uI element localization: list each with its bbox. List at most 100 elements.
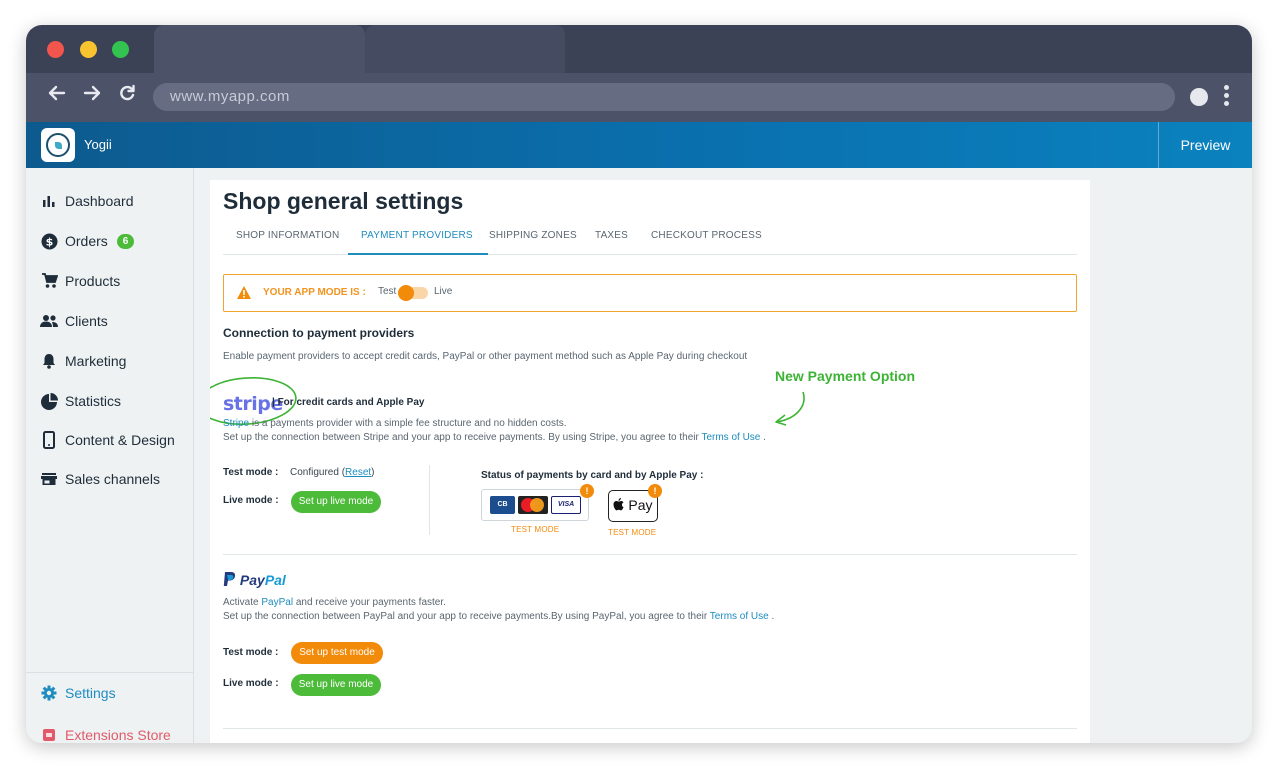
paypal-link[interactable]: PayPal [261,597,293,608]
app-mode-toggle[interactable] [398,285,428,301]
store-icon [40,470,58,488]
sidebar-item-dashboard[interactable]: Dashboard [40,189,134,213]
card-status-title: Status of payments by card and by Apple … [481,470,704,481]
lotus-icon [46,133,70,157]
app-mode-label: YOUR APP MODE IS : [263,287,366,298]
pie-chart-icon [40,392,58,410]
card-warning-badge-icon: ! [580,484,594,498]
browser-tab[interactable] [365,25,565,73]
browser-titlebar [26,25,1252,73]
tab-shipping-zones[interactable]: SHIPPING ZONES [489,230,577,241]
app-header: Yogii Preview [26,122,1252,168]
sidebar-item-extensions-store[interactable]: Extensions Store [40,723,171,743]
paypal-setup-test-button[interactable]: Set up test mode [291,642,383,664]
url-bar[interactable]: www.myapp.com [153,83,1175,111]
paypal-setup-live-button[interactable]: Set up live mode [291,674,381,696]
people-icon [40,312,58,330]
forward-arrow-icon[interactable] [79,83,105,109]
profile-icon[interactable] [1190,88,1208,106]
card-test-mode-status: TEST MODE [511,525,560,534]
sidebar-item-sales-channels[interactable]: Sales channels [40,467,160,491]
bell-icon [40,352,58,370]
mode-live-label: Live [434,286,453,297]
tab-checkout-process[interactable]: CHECKOUT PROCESS [651,230,762,241]
new-payment-option-annotation: New Payment Option [775,368,916,384]
sidebar-item-label: Clients [65,313,108,329]
providers-section-description: Enable payment providers to accept credi… [223,351,748,362]
warning-icon [237,286,251,299]
vertical-divider [429,465,430,535]
browser-toolbar: www.myapp.com [26,73,1252,122]
tab-shop-information[interactable]: SHOP INFORMATION [236,230,339,241]
app-name: Yogii [84,137,112,152]
sidebar-item-label: Dashboard [65,193,134,209]
sidebar-item-label: Products [65,273,121,289]
tab-payment-providers[interactable]: PAYMENT PROVIDERS [361,230,473,241]
browser-window: www.myapp.com Yogii Preview Dashboard $ … [26,25,1252,743]
page-title: Shop general settings [223,188,464,214]
paypal-live-mode-label: Live mode : [223,678,279,689]
mastercard-icon [518,496,548,514]
apple-test-mode-status: TEST MODE [608,528,657,537]
stripe-setup-live-button[interactable]: Set up live mode [291,491,381,513]
sidebar-item-marketing[interactable]: Marketing [40,349,126,373]
extensions-icon [40,726,58,743]
section-divider-bottom [223,728,1077,729]
visa-card-icon: VISA [551,496,581,514]
cb-card-icon: CB [490,496,515,514]
app-logo[interactable] [41,128,75,162]
sidebar-item-clients[interactable]: Clients [40,309,108,333]
browser-menu-icon[interactable] [1222,83,1230,111]
preview-button[interactable]: Preview [1158,122,1252,168]
minimize-window-button[interactable] [80,41,97,58]
sidebar-item-orders[interactable]: $ Orders 6 [40,229,135,253]
phone-icon [40,431,58,449]
maximize-window-button[interactable] [112,41,129,58]
sidebar-item-label: Extensions Store [65,727,171,743]
sidebar-item-label: Settings [65,685,116,701]
paypal-description: Activate PayPal and receive your payment… [223,597,446,608]
paypal-logo: PayPal [223,572,286,588]
stripe-terms-link[interactable]: Terms of Use [701,432,760,443]
svg-text:$: $ [45,235,53,248]
mode-test-label: Test [378,286,397,297]
tab-taxes[interactable]: TAXES [595,230,628,241]
sidebar-item-settings[interactable]: Settings [40,681,116,705]
stripe-test-mode-label: Test mode : [223,467,279,478]
browser-tab-active[interactable] [154,25,365,73]
providers-section-title: Connection to payment providers [223,326,415,340]
sidebar-item-label: Orders [65,233,108,249]
cart-icon [40,272,58,290]
apple-warning-badge-icon: ! [648,484,662,498]
sidebar-item-label: Content & Design [65,432,175,448]
curved-arrow-icon [775,391,805,426]
reload-icon[interactable] [114,83,140,109]
card-logos: CB VISA [481,489,589,521]
sidebar-item-label: Statistics [65,393,122,409]
paypal-terms-link[interactable]: Terms of Use [710,611,769,622]
sidebar-item-products[interactable]: Products [40,269,120,293]
back-arrow-icon[interactable] [44,83,70,109]
active-tab-indicator [348,253,488,255]
sidebar-item-label: Sales channels [65,471,160,487]
stripe-terms-text: Set up the connection between Stripe and… [223,432,766,443]
sidebar-item-content-design[interactable]: Content & Design [40,428,175,452]
sidebar-divider [26,672,194,673]
dollar-icon: $ [40,232,58,250]
paypal-terms-text: Set up the connection between PayPal and… [223,611,775,622]
stripe-description: Stripe is a payments provider with a sim… [223,418,567,429]
stripe-test-mode-status: Configured (Reset) [290,467,375,478]
stripe-tagline: | For credit cards and Apple Pay [272,397,425,408]
orders-count-badge: 6 [116,233,135,249]
stripe-link[interactable]: Stripe [223,418,249,429]
close-window-button[interactable] [47,41,64,58]
sidebar-item-label: Marketing [65,353,127,369]
bar-chart-icon [40,192,58,210]
settings-tabs: SHOP INFORMATION PAYMENT PROVIDERS SHIPP… [223,224,1077,255]
app-mode-banner: YOUR APP MODE IS : Test Live [223,274,1077,312]
sidebar-item-statistics[interactable]: Statistics [40,389,121,413]
gear-icon [40,684,58,702]
main-content: Shop general settings SHOP INFORMATION P… [210,180,1090,743]
paypal-test-mode-label: Test mode : [223,647,279,658]
reset-link[interactable]: Reset [345,467,371,478]
